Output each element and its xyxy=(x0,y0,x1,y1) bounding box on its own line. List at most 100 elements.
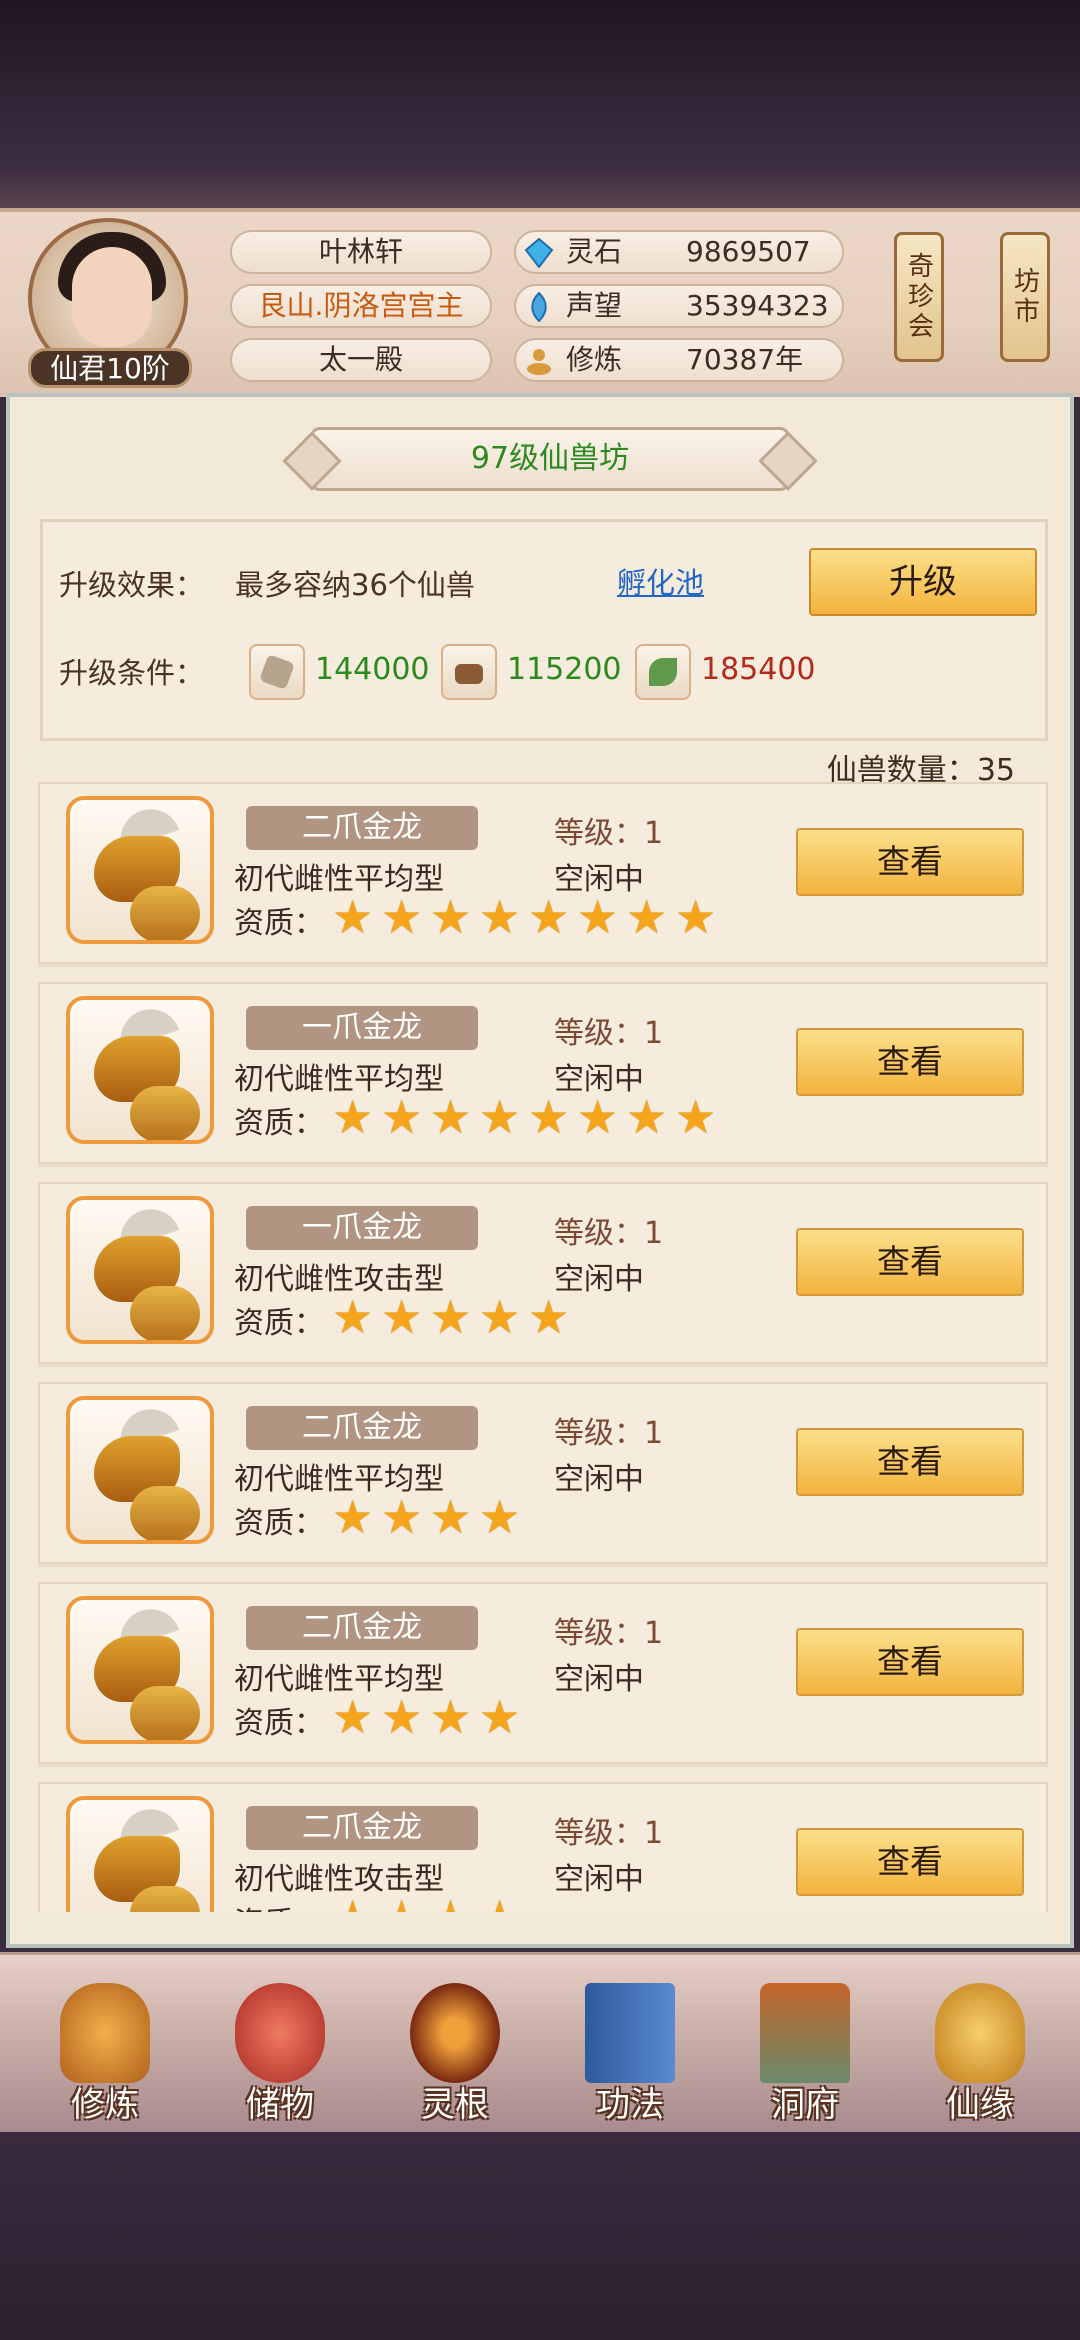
golden-dragon-icon[interactable] xyxy=(66,1396,214,1544)
beast-card: 一爪金龙 初代雌性攻击型 资质： ★ ★ ★ ★ ★ 等级：1 空闲中 查看 xyxy=(38,1182,1048,1364)
technique-book-icon xyxy=(585,1983,675,2083)
herb-icon xyxy=(635,644,691,700)
top-background xyxy=(0,0,1080,208)
star-icon: ★ xyxy=(332,890,374,944)
view-button[interactable]: 查看 xyxy=(796,1028,1024,1096)
nav-immortal-fate[interactable]: 仙缘 xyxy=(905,1969,1055,2129)
beast-card: 二爪金龙 初代雌性攻击型 资质： ★★★★ 等级：1 空闲中 查看 xyxy=(38,1782,1048,1912)
quality-label: 资质： xyxy=(234,1106,324,1141)
stat-cultivation: 修炼 70387年 xyxy=(514,338,844,382)
star-icon: ★ xyxy=(332,1690,374,1744)
view-button[interactable]: 查看 xyxy=(796,1828,1024,1896)
beast-level: 等级：1 xyxy=(554,1616,664,1651)
golden-dragon-icon[interactable] xyxy=(66,1196,214,1344)
stat-spirit-stone: 灵石 9869507 xyxy=(514,230,844,274)
beast-workshop-panel: 97级仙兽坊 升级效果： 最多容纳36个仙兽 孵化池 升级 升级条件： 1440… xyxy=(6,393,1074,1948)
beast-name: 二爪金龙 xyxy=(246,1606,478,1650)
star-icon: ★ xyxy=(381,1894,427,1912)
star-icon: ★ xyxy=(528,1090,570,1144)
golden-dragon-icon[interactable] xyxy=(66,1596,214,1744)
star-icon: ★ xyxy=(332,1894,378,1912)
beast-status: 空闲中 xyxy=(554,1062,644,1097)
nav-cultivation[interactable]: 修炼 xyxy=(30,1969,180,2129)
quality-stars: ★★★★ xyxy=(332,1494,528,1540)
quality-label: 资质： xyxy=(234,1898,324,1912)
star-icon: ★ xyxy=(479,1090,521,1144)
rank-badge: 仙君10阶 xyxy=(28,348,192,388)
nav-technique[interactable]: 功法 xyxy=(555,1969,705,2129)
bottom-nav: 修炼 储物 灵根 功法 洞府 仙缘 xyxy=(0,1952,1080,2135)
star-icon: ★ xyxy=(675,890,717,944)
star-icon: ★ xyxy=(626,1090,668,1144)
star-icon: ★ xyxy=(430,890,472,944)
quality-stars: ★ ★ ★ ★ ★ ★ ★ ★ xyxy=(332,894,724,940)
beast-name: 一爪金龙 xyxy=(246,1006,478,1050)
nav-storage[interactable]: 储物 xyxy=(205,1969,355,2129)
star-icon: ★ xyxy=(430,1290,472,1344)
immortal-fate-icon xyxy=(935,1983,1025,2083)
quality-stars: ★ ★ ★ ★ ★ ★ ★ ★ xyxy=(332,1094,724,1140)
view-button[interactable]: 查看 xyxy=(796,828,1024,896)
quality-label: 资质： xyxy=(234,1306,324,1341)
quality-stars: ★★★★ xyxy=(332,1694,528,1740)
rare-treasure-button[interactable]: 奇珍会 xyxy=(894,232,944,362)
player-title: 艮山.阴洛宫宫主 xyxy=(230,284,492,328)
stat-reputation: 声望 35394323 xyxy=(514,284,844,328)
market-button[interactable]: 坊市 xyxy=(1000,232,1050,362)
quality-label: 资质： xyxy=(234,906,324,941)
beast-name: 二爪金龙 xyxy=(246,1806,478,1850)
star-icon: ★ xyxy=(577,890,619,944)
star-icon: ★ xyxy=(675,1090,717,1144)
cultivation-icon xyxy=(527,349,551,375)
beast-level: 等级：1 xyxy=(554,1016,664,1051)
beast-status: 空闲中 xyxy=(554,1262,644,1297)
beast-list[interactable]: 二爪金龙 初代雌性平均型 资质： ★ ★ ★ ★ ★ ★ ★ ★ 等级：1 空闲中 查看 一爪… xyxy=(38,782,1048,1912)
storage-bag-icon xyxy=(235,1983,325,2083)
star-icon: ★ xyxy=(626,890,668,944)
star-icon: ★ xyxy=(528,1290,570,1344)
view-button[interactable]: 查看 xyxy=(796,1228,1024,1296)
beast-status: 空闲中 xyxy=(554,1662,644,1697)
beast-level: 等级：1 xyxy=(554,816,664,851)
star-icon: ★ xyxy=(381,1690,423,1744)
view-button[interactable]: 查看 xyxy=(796,1628,1024,1696)
star-icon: ★ xyxy=(430,1090,472,1144)
beast-level: 等级：1 xyxy=(554,1816,664,1851)
star-icon: ★ xyxy=(430,1690,472,1744)
beast-card: 二爪金龙 初代雌性平均型 资质： ★ ★ ★ ★ 等级：1 空闲中 查看 xyxy=(38,1382,1048,1564)
beast-status: 空闲中 xyxy=(554,862,644,897)
bottom-background xyxy=(0,2132,1080,2340)
beast-name: 二爪金龙 xyxy=(246,806,478,850)
player-sect: 太一殿 xyxy=(230,338,492,382)
star-icon: ★ xyxy=(381,1290,423,1344)
upgrade-button[interactable]: 升级 xyxy=(809,548,1037,616)
spirit-stone-icon xyxy=(524,238,554,268)
player-name: 叶林轩 xyxy=(230,230,492,274)
golden-dragon-icon[interactable] xyxy=(66,996,214,1144)
beast-card: 二爪金龙 初代雌性平均型 资质： ★ ★ ★ ★ ★ ★ ★ ★ 等级：1 空闲中 查看 xyxy=(38,782,1048,964)
beast-level: 等级：1 xyxy=(554,1216,664,1251)
star-icon: ★ xyxy=(381,890,423,944)
reputation-icon xyxy=(531,292,547,322)
upgrade-box: 升级效果： 最多容纳36个仙兽 孵化池 升级 升级条件： 144000 1152… xyxy=(40,519,1048,741)
star-icon: ★ xyxy=(479,1490,521,1544)
golden-dragon-icon[interactable] xyxy=(66,1796,214,1912)
spirit-root-icon xyxy=(410,1983,500,2083)
wood-icon xyxy=(441,644,497,700)
player-header: 仙君10阶 叶林轩 艮山.阴洛宫宫主 太一殿 灵石 9869507 声望 353… xyxy=(0,208,1080,397)
golden-dragon-icon[interactable] xyxy=(66,796,214,944)
nav-cave-mansion[interactable]: 洞府 xyxy=(730,1969,880,2129)
star-icon: ★ xyxy=(479,1894,525,1912)
beast-name: 二爪金龙 xyxy=(246,1406,478,1450)
cave-mansion-icon xyxy=(760,1983,850,2083)
view-button[interactable]: 查看 xyxy=(796,1428,1024,1496)
beast-card: 二爪金龙 初代雌性平均型 资质： ★ ★ ★ ★ 等级：1 空闲中 查看 xyxy=(38,1582,1048,1764)
nav-spirit-root[interactable]: 灵根 xyxy=(380,1969,530,2129)
star-icon: ★ xyxy=(479,890,521,944)
star-icon: ★ xyxy=(381,1090,423,1144)
star-icon: ★ xyxy=(528,890,570,944)
star-icon: ★ xyxy=(430,1894,476,1912)
panel-title: 97级仙兽坊 xyxy=(310,427,790,491)
beast-status: 空闲中 xyxy=(554,1862,644,1897)
hatchery-link[interactable]: 孵化池 xyxy=(617,560,704,602)
